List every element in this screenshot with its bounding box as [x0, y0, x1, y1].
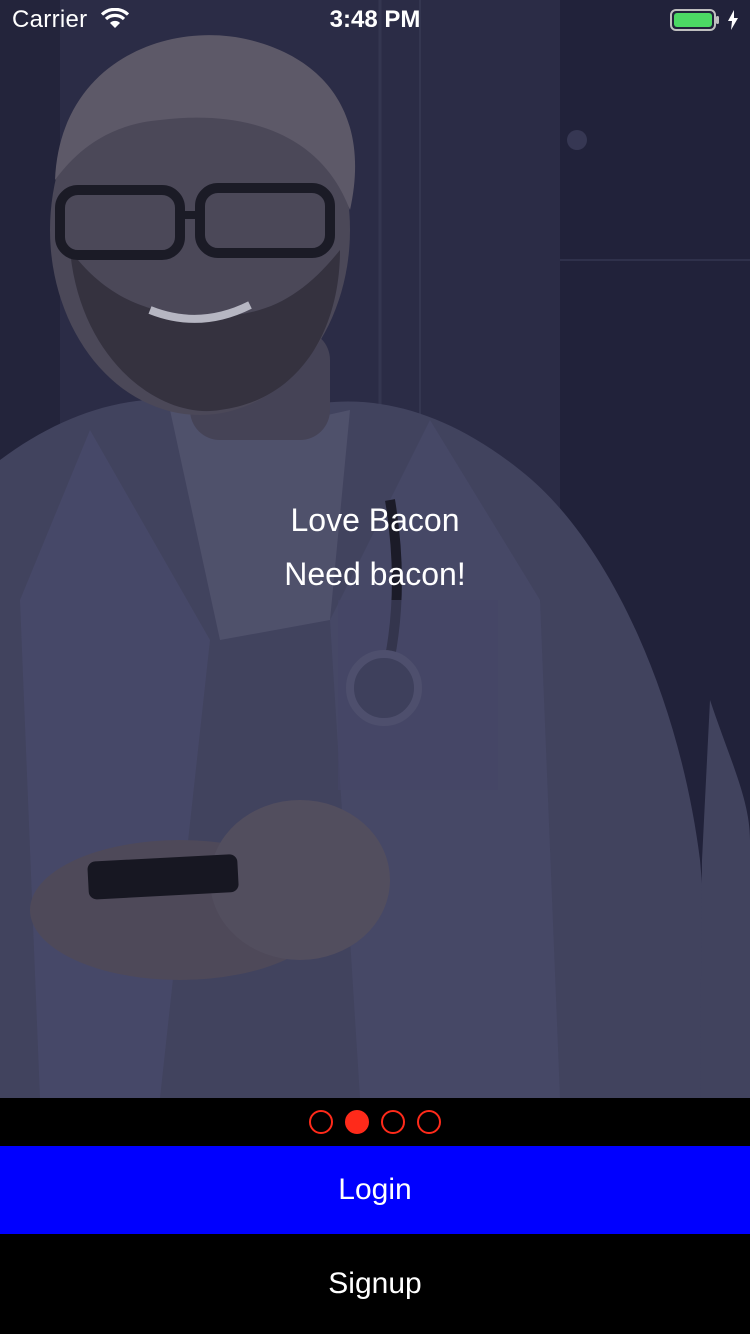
hero-photo: Love Bacon Need bacon! — [0, 0, 750, 1098]
battery-icon — [670, 9, 719, 31]
signup-button[interactable]: Signup — [0, 1234, 750, 1334]
page-dot-4[interactable] — [417, 1110, 441, 1134]
hero-subtitle: Need bacon! — [284, 556, 466, 592]
page-dot-3[interactable] — [381, 1110, 405, 1134]
page-indicator — [0, 1098, 750, 1146]
login-button[interactable]: Login — [0, 1146, 750, 1234]
page-dot-1[interactable] — [309, 1110, 333, 1134]
status-time: 3:48 PM — [329, 6, 421, 33]
onboarding-screen: Love Bacon Need bacon! Carrier 3:48 PM L… — [0, 0, 750, 1334]
page-dot-2-active[interactable] — [345, 1110, 369, 1134]
hero-tint-overlay — [0, 0, 750, 1098]
hero-title: Love Bacon — [290, 502, 460, 538]
status-bar: Carrier 3:48 PM — [0, 0, 750, 40]
bolt-icon — [728, 10, 738, 30]
